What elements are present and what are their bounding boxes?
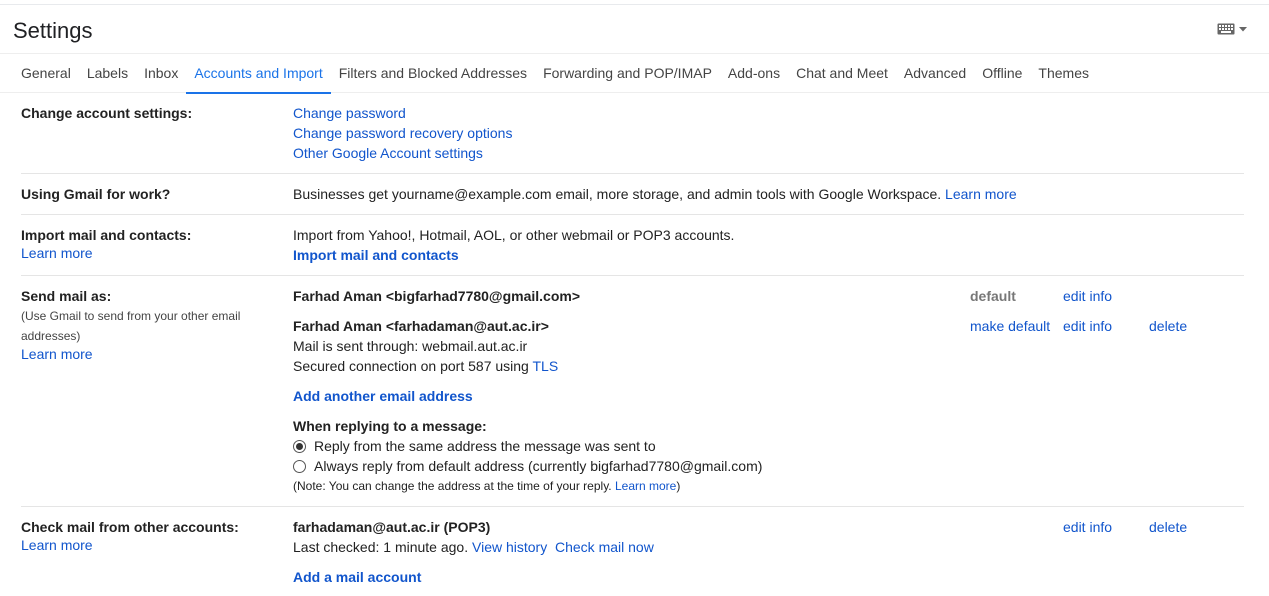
settings-header: Settings: [0, 5, 1269, 53]
tls-link[interactable]: TLS: [532, 358, 558, 374]
reply-note-end: ): [676, 479, 681, 493]
send-as-mail-sent-through: Mail is sent through: webmail.aut.ac.ir: [293, 338, 528, 354]
change-account-section: Change account settings: Change password…: [21, 93, 1244, 174]
change-account-title: Change account settings:: [21, 105, 193, 121]
other-google-account-settings-link[interactable]: Other Google Account settings: [293, 145, 483, 161]
edit-info-pop3-link[interactable]: edit info: [1063, 519, 1112, 535]
input-tools-button[interactable]: [1217, 23, 1247, 35]
send-as-account-secondary: Farhad Aman <farhadaman@aut.ac.ir>: [293, 318, 549, 334]
change-recovery-options-link[interactable]: Change password recovery options: [293, 125, 512, 141]
check-mail-title: Check mail from other accounts:: [21, 519, 239, 535]
check-mail-now-link[interactable]: Check mail now: [555, 539, 654, 555]
edit-info-primary-link[interactable]: edit info: [1063, 288, 1112, 304]
reply-note-learn-more-link[interactable]: Learn more: [615, 479, 676, 493]
default-status-label: default: [970, 288, 1016, 304]
edit-info-secondary-link[interactable]: edit info: [1063, 318, 1112, 334]
send-as-account-primary: Farhad Aman <bigfarhad7780@gmail.com>: [293, 288, 580, 304]
tab-themes[interactable]: Themes: [1030, 54, 1097, 93]
gmail-for-work-text: Businesses get yourname@example.com emai…: [293, 186, 942, 202]
reply-setting-title: When replying to a message:: [293, 418, 487, 434]
pop3-account-name: farhadaman@aut.ac.ir (POP3): [293, 519, 491, 535]
check-mail-section: Check mail from other accounts: Learn mo…: [21, 507, 1244, 596]
reply-option-default-address[interactable]: Always reply from default address (curre…: [293, 456, 933, 476]
send-mail-as-learn-more-link[interactable]: Learn more: [21, 346, 93, 362]
settings-tabs-bar: General Labels Inbox Accounts and Import…: [0, 53, 1269, 94]
tab-general[interactable]: General: [13, 54, 79, 93]
tab-chat-and-meet[interactable]: Chat and Meet: [788, 54, 896, 93]
reply-default-address-radio[interactable]: [293, 459, 306, 473]
reply-same-address-label: Reply from the same address the message …: [314, 438, 656, 454]
send-mail-as-title: Send mail as:: [21, 288, 112, 304]
change-password-link[interactable]: Change password: [293, 105, 406, 121]
import-learn-more-link[interactable]: Learn more: [21, 245, 93, 261]
import-description: Import from Yahoo!, Hotmail, AOL, or oth…: [293, 227, 735, 243]
gmail-for-work-learn-more-link[interactable]: Learn more: [945, 186, 1017, 202]
page-title: Settings: [13, 18, 93, 43]
reply-default-address-label: Always reply from default address (curre…: [314, 458, 763, 474]
last-checked-text: Last checked: 1 minute ago.: [293, 539, 469, 555]
tab-forwarding-and-pop-imap[interactable]: Forwarding and POP/IMAP: [535, 54, 720, 93]
tab-filters-and-blocked-addresses[interactable]: Filters and Blocked Addresses: [331, 54, 535, 93]
tab-offline[interactable]: Offline: [974, 54, 1030, 93]
make-default-link[interactable]: make default: [970, 318, 1050, 334]
delete-pop3-link[interactable]: delete: [1149, 519, 1187, 535]
tab-accounts-and-import[interactable]: Accounts and Import: [186, 54, 332, 94]
add-another-email-address-link[interactable]: Add another email address: [293, 388, 473, 404]
gmail-for-work-title: Using Gmail for work?: [21, 186, 171, 202]
chevron-down-icon: [1239, 26, 1247, 32]
reply-note: (Note: You can change the address at the…: [293, 479, 612, 493]
send-mail-as-description: (Use Gmail to send from your other email…: [21, 309, 241, 343]
delete-secondary-link[interactable]: delete: [1149, 318, 1187, 334]
check-mail-learn-more-link[interactable]: Learn more: [21, 537, 93, 553]
settings-tabs: General Labels Inbox Accounts and Import…: [13, 54, 1097, 94]
import-mail-and-contacts-link[interactable]: Import mail and contacts: [293, 247, 459, 263]
add-mail-account-link[interactable]: Add a mail account: [293, 569, 421, 585]
keyboard-icon: [1217, 23, 1235, 35]
gmail-for-work-section: Using Gmail for work? Businesses get you…: [21, 174, 1244, 215]
tab-inbox[interactable]: Inbox: [136, 54, 186, 93]
reply-option-same-address[interactable]: Reply from the same address the message …: [293, 436, 933, 456]
tab-add-ons[interactable]: Add-ons: [720, 54, 788, 93]
import-title: Import mail and contacts:: [21, 227, 192, 243]
tab-advanced[interactable]: Advanced: [896, 54, 974, 93]
send-mail-as-section: Send mail as: (Use Gmail to send from yo…: [21, 276, 1244, 507]
send-as-secured-connection: Secured connection on port 587 using: [293, 358, 529, 374]
import-section: Import mail and contacts: Learn more Imp…: [21, 215, 1244, 276]
view-history-link[interactable]: View history: [472, 539, 547, 555]
tab-labels[interactable]: Labels: [79, 54, 136, 93]
reply-same-address-radio[interactable]: [293, 439, 306, 453]
